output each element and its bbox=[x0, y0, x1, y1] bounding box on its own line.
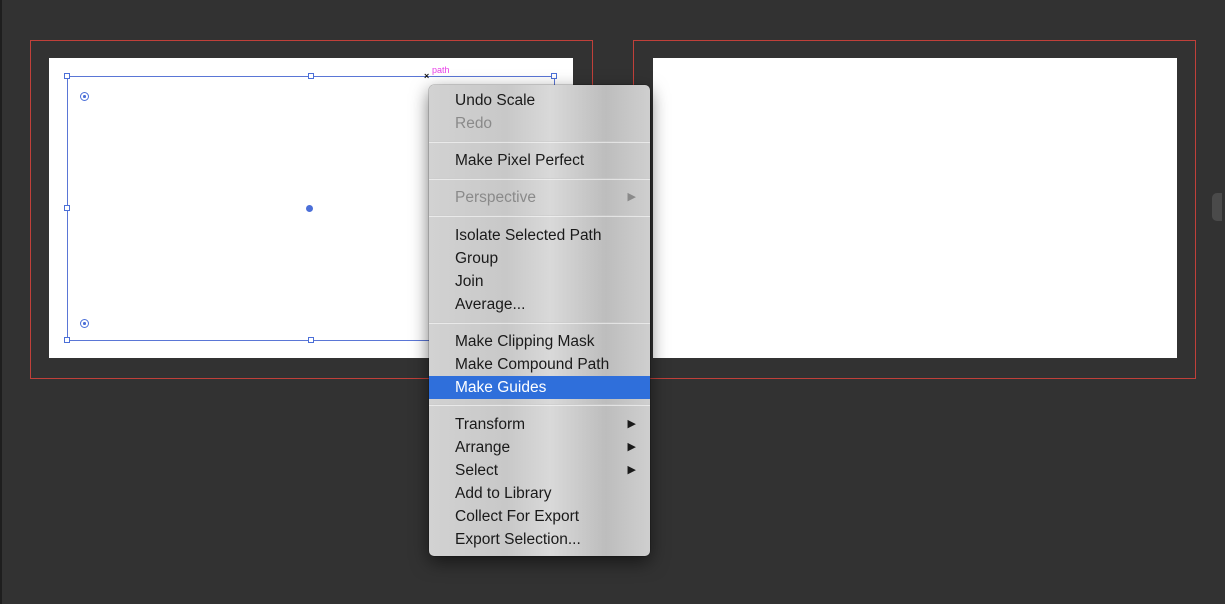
resize-handle-middle-left[interactable] bbox=[64, 205, 70, 211]
submenu-arrow-icon: ▶ bbox=[627, 191, 636, 203]
menu-item-label: Make Compound Path bbox=[455, 356, 610, 373]
menu-item-average[interactable]: Average... bbox=[429, 293, 650, 316]
resize-handle-top-right[interactable] bbox=[551, 73, 557, 79]
menu-item-label: Transform bbox=[455, 416, 526, 433]
resize-handle-top-left[interactable] bbox=[64, 73, 70, 79]
canvas-left-edge bbox=[0, 0, 2, 604]
panel-collapse-handle[interactable] bbox=[1212, 193, 1222, 221]
menu-separator bbox=[429, 141, 650, 143]
menu-item-label: Make Pixel Perfect bbox=[455, 152, 585, 169]
menu-item-make-compound-path[interactable]: Make Compound Path bbox=[429, 353, 650, 376]
menu-item-undo-scale[interactable]: Undo Scale bbox=[429, 89, 650, 112]
menu-item-redo: Redo bbox=[429, 112, 650, 135]
menu-item-label: Redo bbox=[455, 115, 493, 132]
resize-handle-top-middle[interactable] bbox=[308, 73, 314, 79]
submenu-arrow-icon: ▶ bbox=[627, 464, 636, 476]
menu-item-isolate-selected-path[interactable]: Isolate Selected Path bbox=[429, 224, 650, 247]
menu-item-label: Undo Scale bbox=[455, 92, 536, 109]
cursor-crosshair-icon: × bbox=[424, 71, 430, 81]
submenu-arrow-icon: ▶ bbox=[627, 418, 636, 430]
menu-separator bbox=[429, 215, 650, 217]
menu-item-group[interactable]: Group bbox=[429, 247, 650, 270]
illustrator-canvas[interactable]: path × Undo Scale Redo Make Pixel Perfec… bbox=[0, 0, 1225, 604]
submenu-arrow-icon: ▶ bbox=[627, 441, 636, 453]
menu-item-transform[interactable]: Transform ▶ bbox=[429, 413, 650, 436]
menu-item-label: Isolate Selected Path bbox=[455, 227, 602, 244]
corner-radius-widget-top-left[interactable] bbox=[80, 92, 89, 101]
artboard-2[interactable] bbox=[653, 58, 1177, 358]
menu-item-label: Select bbox=[455, 462, 499, 479]
menu-separator bbox=[429, 404, 650, 406]
menu-separator bbox=[429, 178, 650, 180]
smart-guide-label: path bbox=[432, 65, 450, 75]
context-menu: Undo Scale Redo Make Pixel Perfect Persp… bbox=[429, 85, 650, 556]
menu-item-label: Export Selection... bbox=[455, 531, 581, 548]
menu-item-add-to-library[interactable]: Add to Library bbox=[429, 482, 650, 505]
menu-item-make-guides[interactable]: Make Guides bbox=[429, 376, 650, 399]
menu-item-join[interactable]: Join bbox=[429, 270, 650, 293]
menu-item-label: Average... bbox=[455, 296, 526, 313]
menu-item-label: Arrange bbox=[455, 439, 511, 456]
resize-handle-bottom-left[interactable] bbox=[64, 337, 70, 343]
menu-item-label: Add to Library bbox=[455, 485, 552, 502]
menu-item-label: Join bbox=[455, 273, 484, 290]
menu-item-perspective: Perspective ▶ bbox=[429, 186, 650, 209]
corner-radius-widget-bottom-left[interactable] bbox=[80, 319, 89, 328]
menu-item-make-clipping-mask[interactable]: Make Clipping Mask bbox=[429, 330, 650, 353]
menu-item-collect-for-export[interactable]: Collect For Export bbox=[429, 505, 650, 528]
resize-handle-bottom-middle[interactable] bbox=[308, 337, 314, 343]
menu-item-label: Collect For Export bbox=[455, 508, 580, 525]
menu-item-label: Make Guides bbox=[455, 379, 547, 396]
menu-item-make-pixel-perfect[interactable]: Make Pixel Perfect bbox=[429, 149, 650, 172]
menu-item-label: Group bbox=[455, 250, 499, 267]
menu-item-export-selection[interactable]: Export Selection... bbox=[429, 528, 650, 551]
menu-item-label: Perspective bbox=[455, 189, 536, 206]
menu-item-select[interactable]: Select ▶ bbox=[429, 459, 650, 482]
menu-item-label: Make Clipping Mask bbox=[455, 333, 595, 350]
menu-item-arrange[interactable]: Arrange ▶ bbox=[429, 436, 650, 459]
selection-center-point[interactable] bbox=[306, 205, 313, 212]
menu-separator bbox=[429, 322, 650, 324]
